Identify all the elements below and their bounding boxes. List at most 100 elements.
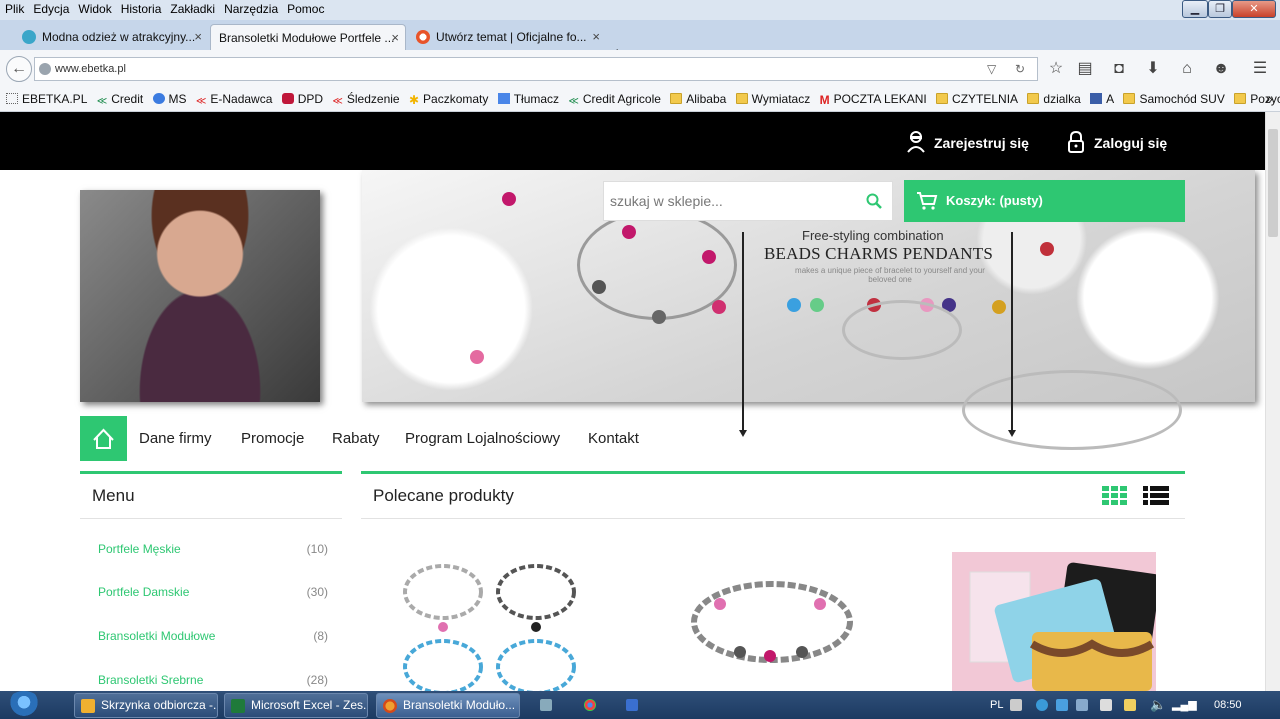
cart-button[interactable]: Koszyk: (pusty): [904, 180, 1185, 222]
nav-rabaty[interactable]: Rabaty: [332, 430, 380, 447]
nav-promocje[interactable]: Promocje: [241, 430, 304, 447]
nav-program-lojalnosciowy[interactable]: Program Lojalnościowy: [405, 430, 560, 447]
tab-close-icon[interactable]: ×: [194, 24, 202, 50]
chrome-icon[interactable]: [584, 699, 596, 711]
url-text: www.ebetka.pl: [55, 63, 126, 75]
bookmark-ms[interactable]: MS: [152, 92, 193, 106]
reload-icon[interactable]: ↻: [1015, 58, 1025, 80]
language-indicator[interactable]: PL: [990, 693, 1003, 717]
taskbar-excel[interactable]: Microsoft Excel - Zes...: [224, 693, 368, 718]
bookmark-credit[interactable]: ≪ Credit: [97, 92, 149, 107]
tab-utworz-temat[interactable]: Utwórz temat | Oficjalne fo... ×: [410, 24, 606, 50]
category-item[interactable]: Portfele Damskie (30): [98, 585, 328, 599]
bookmark-a[interactable]: A: [1090, 92, 1120, 106]
volume-icon[interactable]: 🔈: [1150, 693, 1166, 717]
navigation-bar: ← www.ebetka.pl ▽ ↻ ☆ ▤ ◘ ⬇ ⌂ ☻ ☰: [0, 50, 1280, 87]
tab-modna-odziez[interactable]: Modna odzież w atrakcyjny... ×: [16, 24, 208, 50]
globe-icon: [39, 63, 51, 75]
bead: [470, 350, 484, 364]
menu-plik[interactable]: Plik: [0, 0, 28, 16]
taskbar-firefox[interactable]: Bransoletki Moduło...: [376, 693, 520, 718]
product-image-bracelet[interactable]: [680, 552, 864, 682]
bracelet-image: [962, 370, 1182, 450]
bookmark-wymiatacz[interactable]: Wymiatacz: [735, 92, 817, 106]
bookmark-ebetka[interactable]: EBETKA.PL: [6, 92, 93, 106]
windows-taskbar: Skrzynka odbiorcza -... Microsoft Excel …: [0, 691, 1280, 719]
bead: [992, 300, 1006, 314]
category-item[interactable]: Portfele Męskie (10): [98, 542, 328, 556]
clock[interactable]: 08:50: [1214, 693, 1242, 717]
menu-narzedzia[interactable]: Narzędzia: [219, 0, 282, 16]
outlook-icon: [81, 699, 95, 713]
pdf-app-icon[interactable]: [626, 699, 638, 711]
menu-zakladki[interactable]: Zakładki: [165, 0, 219, 16]
grid-view-icon[interactable]: [1102, 486, 1128, 506]
nav-kontakt[interactable]: Kontakt: [588, 430, 639, 447]
app-pinned-icon[interactable]: [540, 699, 552, 711]
menu-pomoc[interactable]: Pomoc: [282, 0, 328, 16]
bookmark-e-nadawca[interactable]: ≪ E-Nadawca: [196, 92, 279, 107]
category-item[interactable]: Bransoletki Modułowe (8): [98, 629, 328, 643]
minimize-button[interactable]: ▁: [1182, 0, 1208, 18]
tab-bransoletki[interactable]: Bransoletki Modułowe Portfele ... ×: [210, 24, 406, 50]
url-bar[interactable]: www.ebetka.pl ▽ ↻: [34, 57, 1038, 81]
nav-dane-firmy[interactable]: Dane firmy: [139, 430, 212, 447]
tab-close-icon[interactable]: ×: [391, 25, 399, 50]
notification-icon[interactable]: [1124, 699, 1136, 711]
tab-close-icon[interactable]: ×: [592, 24, 600, 50]
bookmark-czytelnia[interactable]: CZYTELNIA: [936, 92, 1024, 106]
hamburger-menu-icon[interactable]: ☰: [1250, 59, 1270, 79]
bookmark-samochod-suv[interactable]: Samochód SUV: [1123, 92, 1230, 106]
menu-edycja[interactable]: Edycja: [28, 0, 73, 16]
bookmark-credit-agricole[interactable]: ≪ Credit Agricole: [568, 92, 667, 107]
category-item[interactable]: Bransoletki Srebrne (28): [98, 673, 328, 687]
scrollbar-thumb[interactable]: [1268, 129, 1278, 237]
network-share-icon[interactable]: [1076, 699, 1088, 711]
paczkomat-logo-icon: ✱: [408, 93, 420, 107]
bead: [622, 225, 636, 239]
more-bookmarks-icon[interactable]: »: [1266, 92, 1279, 106]
bead: [652, 310, 666, 324]
back-button[interactable]: ←: [6, 56, 32, 82]
home-icon[interactable]: ⌂: [1177, 59, 1197, 79]
list-view-icon[interactable]: [1143, 486, 1169, 506]
download-icon[interactable]: ⬇: [1143, 59, 1163, 79]
bookmark-paczkomaty[interactable]: ✱ Paczkomaty: [408, 92, 494, 107]
tray-app-icon[interactable]: [1056, 699, 1068, 711]
close-window-button[interactable]: ✕: [1232, 0, 1276, 18]
bookmark-poczta-lekani[interactable]: M POCZTA LEKANI: [820, 92, 933, 107]
folder-icon: [670, 93, 683, 104]
menu-widok[interactable]: Widok: [73, 0, 115, 16]
pocket-icon[interactable]: ◘: [1109, 59, 1129, 79]
network-signal-icon[interactable]: ▂▄▆: [1172, 693, 1197, 717]
chat-icon[interactable]: ☻: [1211, 59, 1231, 79]
bookmark-tlumacz[interactable]: Tłumacz: [497, 92, 565, 106]
taskbar-outlook[interactable]: Skrzynka odbiorcza -...: [74, 693, 218, 718]
keyboard-icon[interactable]: [1010, 699, 1022, 711]
start-button-icon[interactable]: [6, 691, 42, 719]
user-icon: [907, 131, 925, 153]
annotation-arrow: [1011, 232, 1013, 432]
home-button[interactable]: [80, 416, 127, 461]
bookmark-sledzenie[interactable]: ≪ Śledzenie: [332, 92, 405, 107]
menu-historia[interactable]: Historia: [116, 0, 166, 16]
reading-list-icon[interactable]: ▤: [1075, 59, 1095, 79]
product-image-wallets[interactable]: [952, 552, 1156, 691]
messenger-icon: [152, 93, 165, 104]
search-icon[interactable]: [866, 193, 882, 209]
login-link[interactable]: Zaloguj się: [1066, 130, 1167, 154]
chain-image: [842, 300, 962, 360]
register-link[interactable]: Zarejestruj się: [906, 130, 1029, 154]
action-center-flag-icon[interactable]: [1100, 699, 1112, 711]
product-image-bracelets[interactable]: [398, 552, 582, 691]
bookmark-dpd[interactable]: DPD: [281, 92, 329, 106]
bookmark-star-icon[interactable]: ☆: [1046, 59, 1066, 79]
dropdown-arrow-icon[interactable]: ▽: [987, 58, 996, 80]
restore-button[interactable]: ❐: [1208, 0, 1232, 18]
bookmark-dzialka[interactable]: dzialka: [1027, 92, 1086, 106]
bookmark-alibaba[interactable]: Alibaba: [670, 92, 732, 106]
tab-bar: Modna odzież w atrakcyjny... × Bransolet…: [0, 20, 1280, 64]
tray-app-icon[interactable]: [1036, 699, 1048, 711]
page-scrollbar[interactable]: [1265, 112, 1280, 691]
search-input[interactable]: szukaj w sklepie...: [603, 181, 893, 221]
